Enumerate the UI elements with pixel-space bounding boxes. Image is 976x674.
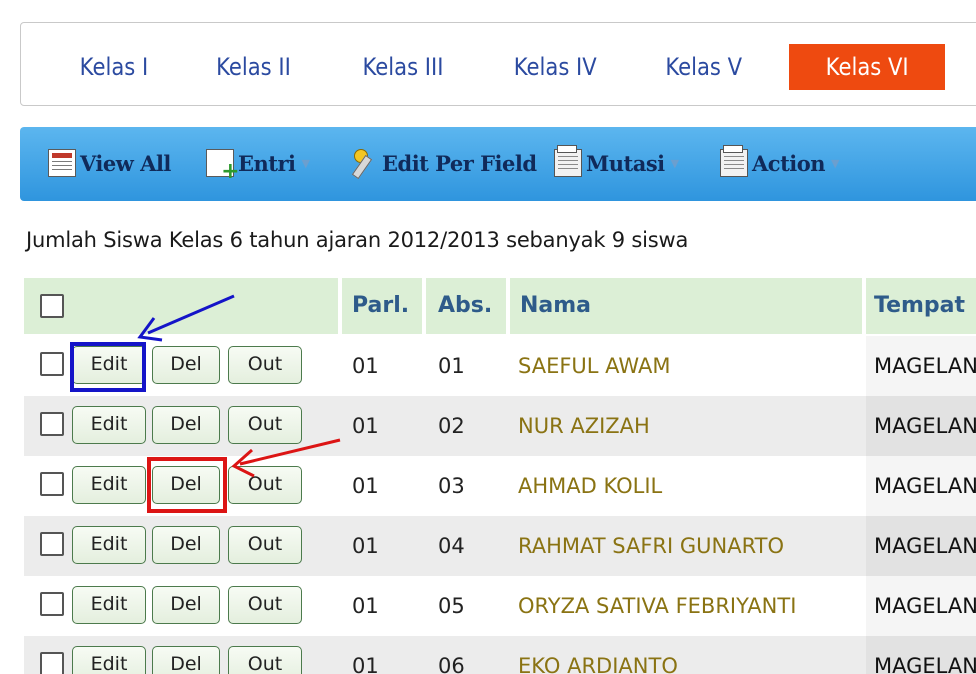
blue-arrow-icon	[147, 294, 235, 335]
red-arrow-icon	[239, 438, 341, 466]
annotation-arrows	[137, 294, 341, 478]
